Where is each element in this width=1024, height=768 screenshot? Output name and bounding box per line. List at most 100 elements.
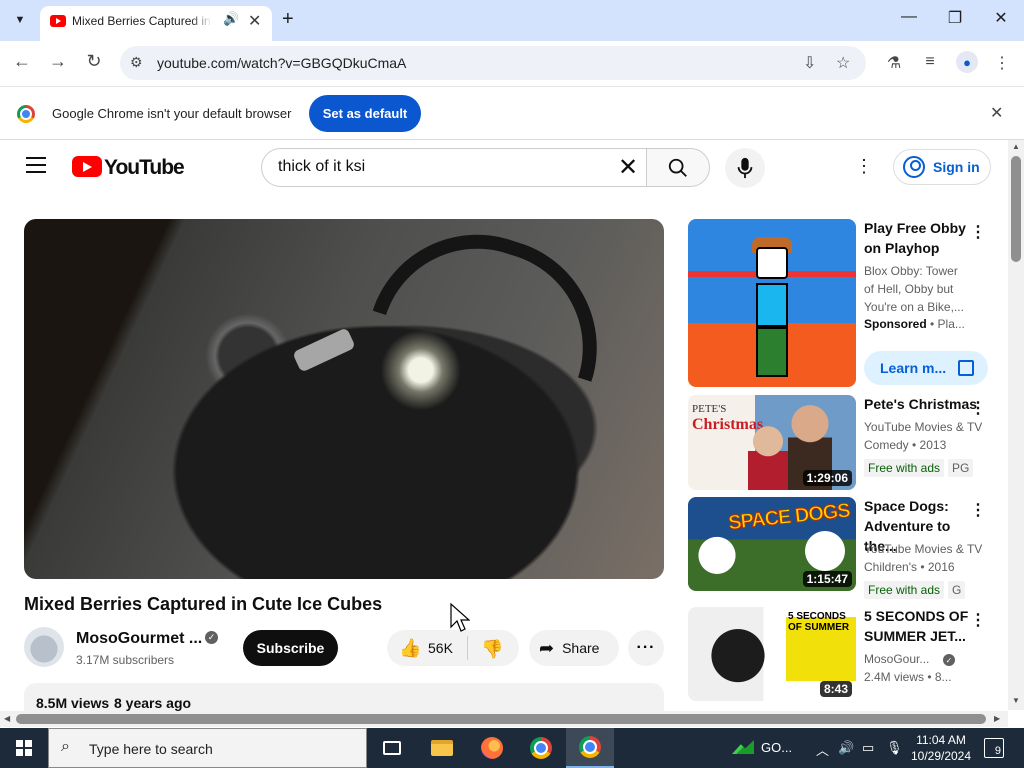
scroll-left-arrow-icon[interactable]: ◀ bbox=[4, 714, 10, 723]
character-head bbox=[756, 247, 788, 279]
speaker-icon[interactable]: 🔊 bbox=[223, 11, 239, 27]
video-thumbnail[interactable]: PETE'S Christmas 1:29:06 bbox=[688, 395, 856, 490]
tab-close-icon[interactable]: ✕ bbox=[248, 11, 261, 31]
back-button[interactable]: ← bbox=[10, 51, 34, 72]
minimize-button[interactable]: — bbox=[897, 8, 921, 26]
more-vert-icon[interactable]: ⋮ bbox=[970, 610, 986, 630]
file-explorer-button[interactable] bbox=[418, 728, 466, 768]
install-app-icon[interactable]: ⇩ bbox=[803, 53, 816, 73]
taskbar-search-box[interactable]: ⌕ Type here to search bbox=[48, 728, 367, 768]
ad-thumbnail[interactable] bbox=[688, 219, 856, 387]
windows-taskbar: ⌕ Type here to search GO... ︿ 🔊 ▭ 🎙 11:0… bbox=[0, 728, 1024, 768]
ad-title-line: Play Free Obby bbox=[864, 220, 966, 236]
scroll-right-arrow-icon[interactable]: ▶ bbox=[994, 714, 1000, 723]
start-button[interactable] bbox=[0, 728, 48, 768]
more-vert-icon[interactable]: ⋮ bbox=[970, 500, 986, 520]
ad-title[interactable]: Play Free Obby on Playhop bbox=[864, 218, 976, 258]
reload-button[interactable]: ↻ bbox=[82, 51, 106, 72]
search-input[interactable]: thick of it ksi ✕ bbox=[261, 148, 647, 187]
channel-name[interactable]: MosoGourmet ... bbox=[76, 630, 202, 648]
chrome-icon bbox=[530, 737, 552, 759]
clear-search-icon[interactable]: ✕ bbox=[618, 153, 638, 182]
thumbs-up-icon[interactable]: 👍 bbox=[399, 638, 421, 659]
horizontal-scrollbar[interactable]: ◀ ▶ bbox=[0, 711, 1008, 727]
microphone-icon[interactable]: 🎙 bbox=[886, 740, 903, 756]
learn-more-button[interactable]: Learn m... bbox=[864, 351, 988, 385]
character-legs bbox=[756, 327, 788, 377]
thumbnail-text: PETE'S bbox=[692, 403, 727, 415]
chrome-button[interactable] bbox=[517, 728, 565, 768]
stock-widget-label[interactable]: GO... bbox=[761, 740, 792, 755]
vertical-scrollbar[interactable]: ▲ ▼ bbox=[1008, 140, 1024, 710]
like-count[interactable]: 56K bbox=[428, 640, 453, 656]
more-actions-button[interactable]: ··· bbox=[628, 630, 664, 666]
stock-chart-icon[interactable] bbox=[732, 740, 754, 754]
video-meta: MosoGour... 2.4M views • 8... bbox=[864, 650, 984, 686]
thumbnail-heart-image bbox=[698, 625, 778, 693]
chevron-up-icon[interactable]: ︿ bbox=[816, 740, 829, 759]
firefox-button[interactable] bbox=[468, 728, 516, 768]
thumbnail-text: 5 SECONDS OF SUMMER bbox=[788, 611, 850, 633]
youtube-favicon-icon bbox=[50, 15, 66, 27]
chevron-down-icon: ▼ bbox=[14, 14, 26, 26]
chrome-dev-icon bbox=[579, 736, 601, 758]
youtube-wordmark[interactable]: YouTube bbox=[104, 156, 185, 180]
verified-check-icon: ✓ bbox=[205, 631, 218, 644]
taskbar-search-placeholder[interactable]: Type here to search bbox=[89, 741, 213, 757]
more-vert-icon[interactable]: ⋮ bbox=[970, 222, 986, 242]
system-clock[interactable]: 11:04 AM 10/29/2024 bbox=[910, 732, 972, 764]
search-button[interactable] bbox=[646, 148, 710, 187]
bookmark-star-icon[interactable]: ☆ bbox=[836, 53, 850, 73]
description-box[interactable]: 8.5M views 8 years ago bbox=[24, 683, 664, 713]
site-info-icon[interactable]: ⚙ bbox=[130, 54, 143, 71]
search-icon bbox=[668, 158, 687, 177]
tab-active[interactable]: Mixed Berries Captured in C 🔊 ✕ bbox=[40, 6, 272, 41]
video-meta: YouTube Movies & TV Comedy • 2013 bbox=[864, 418, 984, 454]
new-tab-button[interactable]: + bbox=[282, 8, 294, 30]
video-title-link[interactable]: Pete's Christmas bbox=[864, 394, 977, 414]
roblox-character-image bbox=[742, 233, 802, 383]
chrome-menu-icon[interactable]: ⋮ bbox=[990, 53, 1014, 73]
tab-search-button[interactable]: ▼ bbox=[8, 8, 32, 32]
vertical-scroll-thumb[interactable] bbox=[1011, 156, 1021, 262]
video-title-link[interactable]: 5 SECONDS OF SUMMER JET... bbox=[864, 606, 976, 646]
video-thumbnail[interactable]: SPACE DOGS 1:15:47 bbox=[688, 497, 856, 591]
youtube-logo-icon[interactable] bbox=[72, 156, 102, 177]
volume-icon[interactable]: 🔊 bbox=[838, 740, 854, 756]
ad-title-line: on Playhop bbox=[864, 240, 940, 256]
tab-strip: ▼ Mixed Berries Captured in C 🔊 ✕ + — ❐ … bbox=[0, 0, 1024, 41]
video-thumbnail[interactable]: 5 SECONDS OF SUMMER 8:43 bbox=[688, 607, 856, 701]
subscribe-button[interactable]: Subscribe bbox=[243, 630, 338, 666]
sign-in-button[interactable]: Sign in bbox=[893, 149, 991, 185]
more-vert-icon[interactable]: ⋮ bbox=[970, 398, 986, 418]
learn-more-label: Learn m... bbox=[880, 360, 947, 376]
task-view-button[interactable] bbox=[368, 728, 416, 768]
forward-button[interactable]: → bbox=[46, 51, 70, 72]
scroll-up-arrow-icon[interactable]: ▲ bbox=[1012, 142, 1020, 151]
video-channel: YouTube Movies & TV bbox=[864, 542, 983, 556]
horizontal-scroll-thumb[interactable] bbox=[16, 714, 986, 724]
profile-avatar-icon[interactable]: ● bbox=[956, 51, 978, 73]
video-channel[interactable]: MosoGour... bbox=[864, 650, 984, 668]
settings-kebab-icon[interactable]: ⋮ bbox=[855, 156, 873, 177]
voice-search-button[interactable] bbox=[725, 148, 765, 188]
channel-avatar[interactable] bbox=[24, 627, 64, 667]
search-query-text[interactable]: thick of it ksi bbox=[278, 158, 365, 176]
video-player[interactable] bbox=[24, 219, 664, 579]
close-icon[interactable]: ✕ bbox=[990, 103, 1003, 123]
url-text[interactable]: youtube.com/watch?v=GBGQDkuCmaA bbox=[157, 55, 406, 71]
sign-in-label: Sign in bbox=[933, 159, 980, 175]
media-controls-icon[interactable]: ≡ bbox=[918, 53, 942, 71]
menu-hamburger-icon[interactable] bbox=[26, 157, 46, 173]
notification-center-button[interactable]: 9 bbox=[984, 738, 1004, 758]
scroll-down-arrow-icon[interactable]: ▼ bbox=[1012, 696, 1020, 705]
network-icon[interactable]: ▭ bbox=[862, 740, 874, 756]
chrome-dev-button[interactable] bbox=[566, 728, 614, 768]
maximize-button[interactable]: ❐ bbox=[943, 8, 967, 28]
set-as-default-button[interactable]: Set as default bbox=[309, 95, 421, 132]
thumbs-down-icon[interactable]: 👍 bbox=[481, 638, 503, 659]
labs-flask-icon[interactable]: ⚗ bbox=[882, 53, 906, 73]
close-window-button[interactable]: ✕ bbox=[989, 8, 1013, 28]
share-button[interactable]: ➦ Share bbox=[529, 630, 619, 666]
address-bar[interactable]: ⚙ youtube.com/watch?v=GBGQDkuCmaA ⇩ ☆ bbox=[120, 46, 866, 80]
